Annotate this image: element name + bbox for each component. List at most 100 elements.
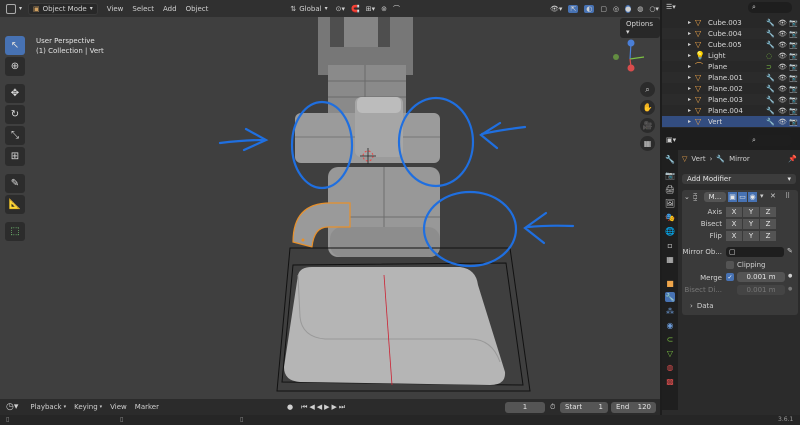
zoom-icon[interactable]: ⌕ <box>640 82 655 97</box>
camera-icon[interactable]: 📷 <box>789 63 798 71</box>
rendered-shading-icon[interactable]: ○▾ <box>649 5 659 13</box>
expand-arrow-icon[interactable]: ▸ <box>688 52 691 59</box>
scene-canvas[interactable] <box>0 17 660 399</box>
camera-icon[interactable]: 📷 <box>789 41 798 49</box>
outliner-item[interactable]: ▸ ⌒ Plane ⊃ 👁 📷 <box>662 61 800 72</box>
editor-type-button[interactable]: ▾ <box>6 3 22 14</box>
menu-view[interactable]: View <box>110 403 127 411</box>
eye-icon[interactable]: 👁 <box>778 52 787 60</box>
solid-shading-icon[interactable]: ● <box>625 4 632 13</box>
camera-icon[interactable]: 📷 <box>789 107 798 115</box>
clock-icon[interactable]: ◷▾ <box>6 402 18 412</box>
keyframe-dot-icon[interactable]: ● <box>788 273 792 279</box>
expand-arrow-icon[interactable]: ▸ <box>688 107 691 114</box>
merge-checkbox[interactable]: ✓ <box>726 273 734 281</box>
modifier-tab-icon[interactable]: 🔧 <box>665 292 675 302</box>
drag-handle-icon[interactable]: ⠿ <box>785 192 790 200</box>
eye-icon[interactable]: 👁 <box>778 107 787 115</box>
wireframe-shading-icon[interactable]: ◎ <box>613 5 619 13</box>
texture-props-tab-icon[interactable]: ▩ <box>665 376 675 386</box>
stopwatch-icon[interactable]: ⏱ <box>550 403 555 412</box>
playback-controls[interactable]: ⏮◀◀▶▶⏭ <box>301 403 347 412</box>
flip-y-toggle[interactable]: Y <box>743 231 759 241</box>
3d-viewport[interactable]: User Perspective (1) Collection | Vert O… <box>0 17 660 399</box>
expand-arrow-icon[interactable]: ▸ <box>688 30 691 37</box>
menu-marker[interactable]: Marker <box>135 403 159 411</box>
properties-editor-icon[interactable]: ▣▾ <box>666 136 676 144</box>
keyframe-dot-icon[interactable]: ● <box>788 286 792 292</box>
flip-z-toggle[interactable]: Z <box>760 231 776 241</box>
grid-icon[interactable]: ▦ <box>640 136 655 151</box>
eye-icon[interactable]: 👁 <box>778 96 787 104</box>
eye-icon[interactable]: 👁 <box>778 85 787 93</box>
expand-arrow-icon[interactable]: ▸ <box>688 74 691 81</box>
gizmo-icon[interactable]: ⇱ <box>568 4 579 13</box>
camera-icon[interactable]: 📷 <box>789 30 798 38</box>
visibility-icon[interactable]: 👁▾ <box>550 5 562 13</box>
world-tab-icon[interactable]: 🌐 <box>665 226 675 236</box>
flip-x-toggle[interactable]: X <box>726 231 742 241</box>
menu-add[interactable]: Add <box>163 5 177 13</box>
cursor-tool[interactable]: ⊕ <box>5 57 25 76</box>
measure-tool[interactable]: 📐 <box>5 195 25 214</box>
transform-tool[interactable]: ⊞ <box>5 147 25 166</box>
bisect-y-toggle[interactable]: Y <box>743 219 759 229</box>
merge-distance-field[interactable]: 0.001 m <box>737 272 785 282</box>
tool-tab-icon[interactable]: 🔧 <box>665 154 675 164</box>
move-tool[interactable]: ✥ <box>5 84 25 103</box>
editmode-toggle-icon[interactable]: ▣ <box>728 192 737 202</box>
collapse-arrow-icon[interactable]: ⌄ <box>684 193 690 201</box>
display-toggle-icon[interactable]: ▭ <box>738 192 747 202</box>
overlay-icon[interactable]: ◐ <box>584 4 595 13</box>
pin-icon[interactable]: 📌 <box>788 155 797 163</box>
axis-x-toggle[interactable]: X <box>726 207 742 217</box>
outliner-item[interactable]: ▸ ▽ Plane.004 🔧 👁 📷 <box>662 105 800 116</box>
outliner-item[interactable]: ▸ ▽ Cube.004 🔧 👁 📷 <box>662 28 800 39</box>
eye-icon[interactable]: 👁 <box>778 30 787 38</box>
camera-icon[interactable]: 📷 <box>789 85 798 93</box>
outliner-editor-icon[interactable]: ☰▾ <box>666 3 676 11</box>
annotate-tool[interactable]: ✎ <box>5 174 25 193</box>
data-tab-icon[interactable]: ▽ <box>665 348 675 358</box>
expand-arrow-icon[interactable]: ▸ <box>688 19 691 26</box>
start-frame-field[interactable]: Start 1 <box>560 401 608 413</box>
menu-object[interactable]: Object <box>186 5 209 13</box>
scale-tool[interactable]: ⤡ <box>5 126 25 145</box>
outliner-item[interactable]: ▸ ▽ Vert 🔧 👁 📷 <box>662 116 800 127</box>
snap-target-icon[interactable]: ⊞▾ <box>366 5 375 13</box>
select-box-tool[interactable]: ↖ <box>5 36 25 55</box>
constraints-tab-icon[interactable]: ⊂ <box>665 334 675 344</box>
eye-icon[interactable]: 👁 <box>778 118 787 126</box>
add-cube-tool[interactable]: ⬚ <box>5 222 25 241</box>
output-tab-icon[interactable]: 🖨 <box>665 184 675 194</box>
outliner-item[interactable]: ▸ ▽ Plane.003 🔧 👁 📷 <box>662 94 800 105</box>
camera-icon[interactable]: 📷 <box>789 74 798 82</box>
expand-arrow-icon[interactable]: ▸ <box>688 41 691 48</box>
current-frame-field[interactable]: 1 <box>505 401 545 413</box>
texture-tab-icon[interactable]: ▦ <box>665 254 675 264</box>
bisect-x-toggle[interactable]: X <box>726 219 742 229</box>
record-icon[interactable]: ● <box>287 403 293 411</box>
menu-view[interactable]: View <box>107 5 124 13</box>
expand-arrow-icon[interactable]: ▸ <box>688 118 691 125</box>
clipping-checkbox[interactable]: Clipping <box>726 261 766 269</box>
outliner-item[interactable]: ▸ 💡 Light ◌ 👁 📷 <box>662 50 800 61</box>
view-layer-tab-icon[interactable]: 🖼 <box>665 198 675 208</box>
render-toggle-icon[interactable]: ◉ <box>748 192 757 202</box>
axis-z-toggle[interactable]: Z <box>760 207 776 217</box>
render-tab-icon[interactable]: 📷 <box>665 170 675 180</box>
mode-dropdown[interactable]: ▣ Object Mode ▾ <box>28 2 98 15</box>
snap-icon[interactable]: 🧲 <box>351 5 360 13</box>
hand-icon[interactable]: ✋ <box>640 100 655 115</box>
mirror-object-field[interactable]: ▢ <box>726 247 784 257</box>
end-frame-field[interactable]: End 120 <box>611 401 656 413</box>
camera-icon[interactable]: 📷 <box>789 118 798 126</box>
menu-keying[interactable]: Keying <box>74 403 98 411</box>
eyedropper-icon[interactable]: ✎ <box>787 247 793 255</box>
menu-select[interactable]: Select <box>132 5 154 13</box>
falloff-icon[interactable]: ⌒ <box>393 4 400 14</box>
eye-icon[interactable]: 👁 <box>778 41 787 49</box>
bisect-z-toggle[interactable]: Z <box>760 219 776 229</box>
material-shading-icon[interactable]: ◍ <box>637 5 643 13</box>
menu-playback[interactable]: Playback <box>30 403 61 411</box>
